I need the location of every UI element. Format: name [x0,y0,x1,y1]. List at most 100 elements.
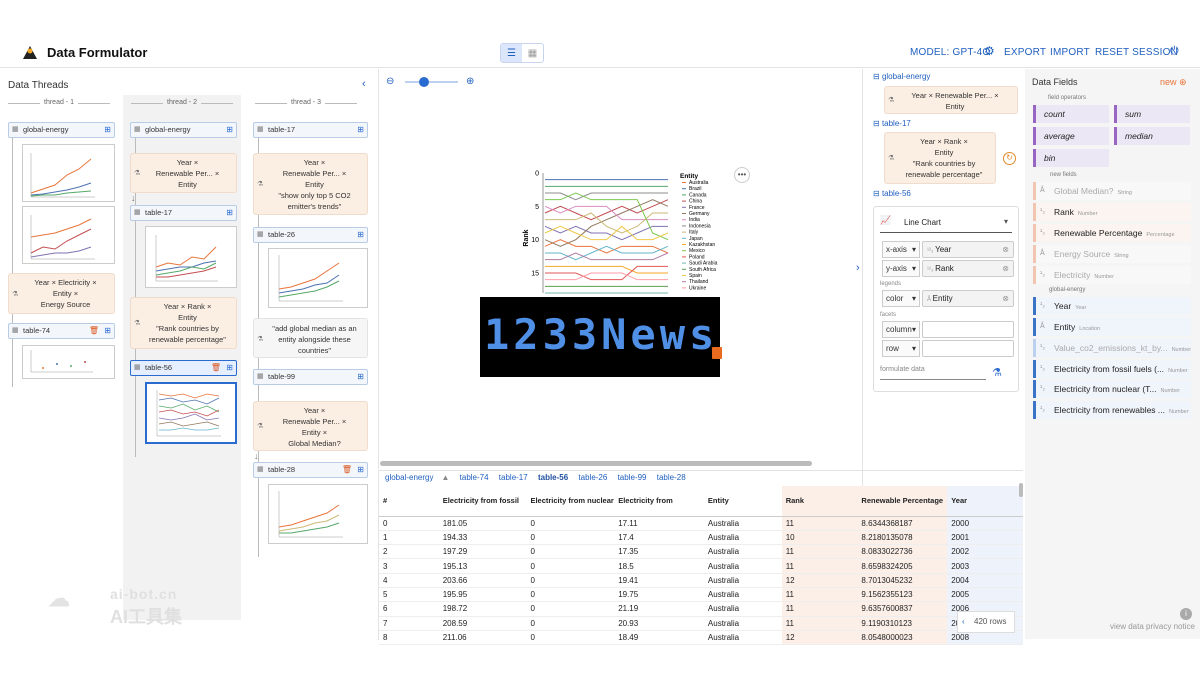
new-field-button[interactable]: new ⊕ [1160,77,1187,88]
more-options-icon[interactable]: ••• [734,167,750,183]
view-toggle[interactable]: ☰ ▦ [500,43,544,63]
column-header[interactable]: # [379,486,439,517]
power-icon[interactable]: ⏻ [1170,45,1179,58]
transform-chip[interactable]: ⚗ Year × Renewable Per... × Entity [884,86,1018,114]
delete-icon[interactable]: 🗑 [211,361,221,375]
add-chart-icon[interactable]: ⊞ [357,370,364,384]
operator-median[interactable]: median [1114,127,1190,145]
operator-average[interactable]: average [1033,127,1109,145]
import-button[interactable]: IMPORT [1050,47,1090,58]
delete-chart-icon[interactable] [712,347,722,359]
export-button[interactable]: EXPORT [1004,47,1046,58]
add-chart-icon[interactable]: ⊞ [226,206,233,220]
table-card[interactable]: table-28 🗑 ⊞ [253,462,368,478]
field-item[interactable]: ¹₂ Renewable Percentage Percentage [1033,224,1191,242]
add-chart-icon[interactable]: ⊞ [226,123,233,137]
column-header[interactable]: Renewable Percentage [857,486,948,517]
table-row[interactable]: 7208.59020.93Australia119.11903101232007 [379,616,1023,631]
table-row[interactable]: 1 194.33 0 17.4 Australia 10 8.2180135078 2001 [379,530,1023,546]
operator-bin[interactable]: bin [1033,149,1109,167]
collapse-chevron-icon[interactable]: ‹ [362,78,366,90]
table-card[interactable]: global-energy ⊞ [130,122,237,138]
chart-thumbnail-selected[interactable] [145,382,237,444]
model-selector[interactable]: MODEL: GPT-4O [910,47,990,58]
gear-icon[interactable]: ⚙ [984,44,995,58]
table-card[interactable]: table-17 ⊞ [130,205,237,221]
zoom-in-icon[interactable]: ⊕ [466,76,474,87]
transform-chip[interactable]: ⚗ Year × Renewable Per... × Entity "show on… [253,153,368,215]
expand-chevron-icon[interactable]: › [856,262,860,274]
chart-thumbnail[interactable] [22,345,115,379]
add-chart-icon[interactable]: ⊞ [226,361,233,375]
transform-chip[interactable]: ⚗ Year × Rank × Entity "Rank countries by … [884,132,996,184]
encoding-crumb[interactable]: ⊟ table-17 [873,119,911,128]
clear-icon[interactable]: ⊗ [1002,291,1009,306]
field-item[interactable]: ¹₂ Year Year [1033,297,1191,315]
add-chart-icon[interactable]: ⊞ [357,463,364,477]
column-header[interactable]: Electricity from fossil [438,486,527,517]
reset-session-button[interactable]: RESET SESSION [1095,47,1178,58]
delete-icon[interactable]: 🗑 [342,463,352,477]
table-row[interactable]: 2 197.29 0 17.35 Australia 11 8.0833022736 2002 [379,544,1023,560]
crumb-table-99[interactable]: table-99 [618,473,647,482]
row-drop-zone[interactable] [922,340,1014,357]
field-item[interactable]: ¹₂ Electricity Number [1033,266,1191,284]
transform-chip[interactable]: ⚗ Year × Renewable Per... × Entity × Global… [253,401,368,451]
column-drop-zone[interactable] [922,321,1014,338]
refresh-icon[interactable]: ↻ [1003,152,1016,165]
clear-icon[interactable]: ⊗ [1002,261,1009,276]
info-icon[interactable]: i [1180,608,1192,620]
field-item[interactable]: ¹₂ Value_co2_emissions_kt_by... Number [1033,339,1191,357]
table-card[interactable]: global-energy ⊞ [8,122,115,138]
pin-icon[interactable]: ▲ [441,473,449,482]
table-row[interactable]: 8 211.06 0 18.49 Australia 12 8.0548000023 2008 [379,630,1023,646]
add-chart-icon[interactable]: ⊞ [104,123,111,137]
field-item[interactable]: ¹₂ Electricity from nuclear (T... Number [1033,380,1191,398]
privacy-link[interactable]: view data privacy notice [1110,622,1195,631]
encoding-crumb[interactable]: ⊟ global-energy [873,72,930,81]
field-item[interactable]: Å Entity Location [1033,318,1191,336]
list-view-icon[interactable]: ☰ [501,44,522,62]
table-card[interactable]: table-99 ⊞ [253,369,368,385]
field-item[interactable]: ¹₂ Electricity from renewables ... Number [1033,401,1191,419]
crumb-table-56[interactable]: table-56 [538,473,568,482]
prompt-note[interactable]: ⚗ "add global median as an entity alongsi… [253,318,368,358]
horizontal-scrollbar[interactable] [380,461,812,466]
chevron-left-icon[interactable]: ‹ [962,612,965,632]
zoom-slider-thumb[interactable] [419,77,429,87]
vertical-scrollbar[interactable] [1019,483,1023,497]
crumb-table-28[interactable]: table-28 [657,473,686,482]
formulate-icon[interactable]: ⚗ [992,366,1002,379]
transform-chip[interactable]: ⚗ Year × Electricity × Entity × Energy Sou… [8,273,115,314]
column-header[interactable]: Electricity from nuclear [526,486,615,517]
crumb-global-energy[interactable]: global-energy [385,473,433,482]
zoom-slider[interactable] [405,81,458,83]
table-card[interactable]: table-17 ⊞ [253,122,368,138]
add-chart-icon[interactable]: ⊞ [357,123,364,137]
table-card[interactable]: table-26 ⊞ [253,227,368,243]
operator-count[interactable]: count [1033,105,1109,123]
field-item[interactable]: Å Energy Source String [1033,245,1191,263]
encoding-crumb[interactable]: ⊟ table-56 [873,189,911,198]
chart-thumbnail[interactable] [268,484,368,544]
column-header[interactable]: Entity [703,486,782,517]
add-circle-icon[interactable]: ⊕ [1179,77,1187,87]
table-row[interactable]: 3 195.13 0 18.5 Australia 11 8.6598324205 2003 [379,558,1023,574]
delete-icon[interactable]: 🗑 [89,324,99,338]
field-item[interactable]: ¹₂ Rank Number [1033,203,1191,221]
table-card-selected[interactable]: table-56 🗑 ⊞ [130,360,237,376]
add-chart-icon[interactable]: ⊞ [357,228,364,242]
transform-chip[interactable]: ⚗ Year × Renewable Per... × Entity [130,153,237,193]
table-row[interactable]: 0 181.05 0 17.11 Australia 11 8.6344368187 2000 [379,516,1023,531]
chart-thumbnail[interactable] [22,144,115,202]
crumb-table-74[interactable]: table-74 [460,473,489,482]
table-row[interactable]: 4 203.66 0 19.41 Australia 12 8.7013045232 2004 [379,573,1023,588]
clear-icon[interactable]: ⊗ [1002,242,1009,257]
table-row[interactable]: 6 198.72 0 21.19 Australia 11 9.6357600837 2006 [379,601,1023,617]
chevron-down-icon[interactable]: ▾ [1004,217,1008,226]
grid-view-icon[interactable]: ▦ [522,44,543,62]
table-row[interactable]: 5 195.95 0 19.75 Australia 11 9.1562355123 2005 [379,587,1023,603]
field-item[interactable]: ¹₂ Electricity from fossil fuels (... Numb… [1033,360,1191,378]
column-header[interactable]: Electricity from [614,486,704,517]
crumb-table-17[interactable]: table-17 [499,473,528,482]
